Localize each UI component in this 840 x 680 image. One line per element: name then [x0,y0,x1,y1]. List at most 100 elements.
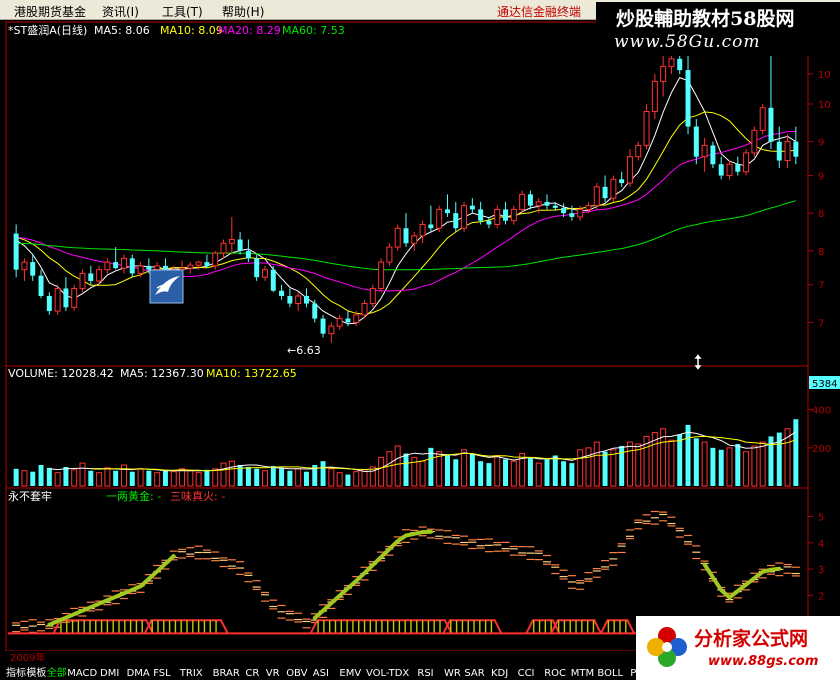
menu-item-hk-futures[interactable]: 港股期货基金 [14,3,86,20]
candle-body [552,205,558,208]
volume-bar [129,471,135,486]
tab-dmi[interactable]: DMI [100,668,119,679]
volume-bar [361,469,368,487]
volume-bar [369,466,376,487]
candle-body [146,265,152,270]
volume-bar [79,462,86,487]
candle-body [120,257,127,269]
tab-wr[interactable]: WR [444,668,461,679]
volume-bar [585,447,592,487]
tab-cr[interactable]: CR [245,668,259,679]
tab-sar[interactable]: SAR [464,668,484,679]
volume-bar [187,470,194,487]
tab-vol-tdx[interactable]: VOL-TDX [366,668,409,679]
candle-body [701,144,708,158]
candle-body [154,265,161,271]
volume-bar [104,467,111,487]
tab-rsi[interactable]: RSI [417,668,433,679]
tab-模板[interactable]: 模板 [26,666,46,679]
candle-body [394,227,401,248]
tab-macd[interactable]: MACD [67,668,97,679]
volume-bar [245,466,251,486]
volume-bar [179,468,186,487]
candle-body [602,186,608,199]
candle-body [494,208,501,225]
volume-bar [146,470,152,486]
volume-bar [38,465,44,486]
candle-body [104,261,111,271]
volume-bar [453,459,459,486]
candle-body [88,273,94,281]
tab-obv[interactable]: OBV [286,668,307,679]
watermark-58gu: 炒股輔助教材58股网 www.58Gu.com [596,2,840,56]
candle-body [436,208,443,229]
volume-tick-label: 400 [812,406,831,417]
candle-body [677,58,683,71]
tab-roc[interactable]: ROC [544,668,566,679]
tab-cci[interactable]: CCI [518,668,535,679]
tab-fsl[interactable]: FSL [153,668,171,679]
tab-kdj[interactable]: KDJ [491,668,508,679]
volume-bar [685,424,691,486]
candle-body [179,267,186,271]
candle-body [577,208,584,218]
candle-body [204,262,210,266]
volume-bar [328,468,335,487]
volume-ma10-label: MA10: 13722.65 [206,367,297,380]
volume-bar [602,451,608,486]
tab-emv[interactable]: EMV [339,668,361,679]
tab-指标[interactable]: 指标 [6,666,26,679]
low-price-annotation: ←6.63 [287,344,321,357]
promo-text[interactable]: 通达信金融终端 [497,3,581,20]
tab-brar[interactable]: BRAR [213,668,240,679]
price-tick-label: 9 [818,138,824,149]
volume-ma5-label: MA5: 12367.30 [120,367,204,380]
volume-bar [345,474,351,486]
menu-item-news[interactable]: 资讯(I) [102,3,139,20]
volume-bar [279,467,285,486]
tab-trix[interactable]: TRIX [179,668,203,679]
tab-全部[interactable]: 全部 [47,666,67,679]
candle-body [336,318,343,327]
candle-body [113,262,119,269]
stock-chart[interactable]: 10 10 9 9 8 8 7 7 ←6.63 *ST盛润A(日线) MA5: 8.06 MA… [0,20,840,680]
candle-body [561,207,567,214]
price-legend: *ST盛润A(日线) MA5: 8.06 MA10: 8.09 MA20: 8.… [8,23,345,37]
indicator-tick-label: 5 [818,513,824,524]
menu-item-tools[interactable]: 工具(T) [162,3,203,20]
candle-body [527,194,533,206]
volume-bar [287,470,293,486]
candle-body [693,126,699,157]
watermark-88gs: 分析家公式网 www.88gs.com [636,616,840,680]
volume-bar [718,449,724,486]
ma5-label: MA5: 8.06 [94,24,150,37]
volume-bar [220,462,227,487]
tab-vr[interactable]: VR [266,668,280,679]
watermark-88gs-url: www.88gs.com [708,654,819,669]
price-tick-label: 7 [818,281,824,292]
candle-body [46,296,52,312]
candle-body [403,228,409,244]
candle-body [784,141,791,161]
candle-body [137,265,144,274]
candle-body [30,262,36,276]
volume-bar [88,470,94,486]
menu-item-help[interactable]: 帮助(H) [222,3,264,20]
candle-body [660,65,667,82]
candle-body [228,239,235,244]
volume-bar [378,456,385,487]
candle-body [262,269,268,278]
ma60-label: MA60: 7.53 [282,24,345,37]
candle-body [503,209,509,221]
tab-dma[interactable]: DMA [127,668,150,679]
tab-asi[interactable]: ASI [313,668,329,679]
tab-mtm[interactable]: MTM [571,668,594,679]
bird-icon[interactable] [149,269,184,304]
volume-tick-label: 5384 [812,379,837,390]
volume-bar [336,472,343,487]
volume-bar [30,471,36,486]
tab-boll[interactable]: BOLL [597,668,623,679]
volume-bar [552,455,558,486]
candle-body [71,287,78,308]
volume-bar [394,445,401,487]
